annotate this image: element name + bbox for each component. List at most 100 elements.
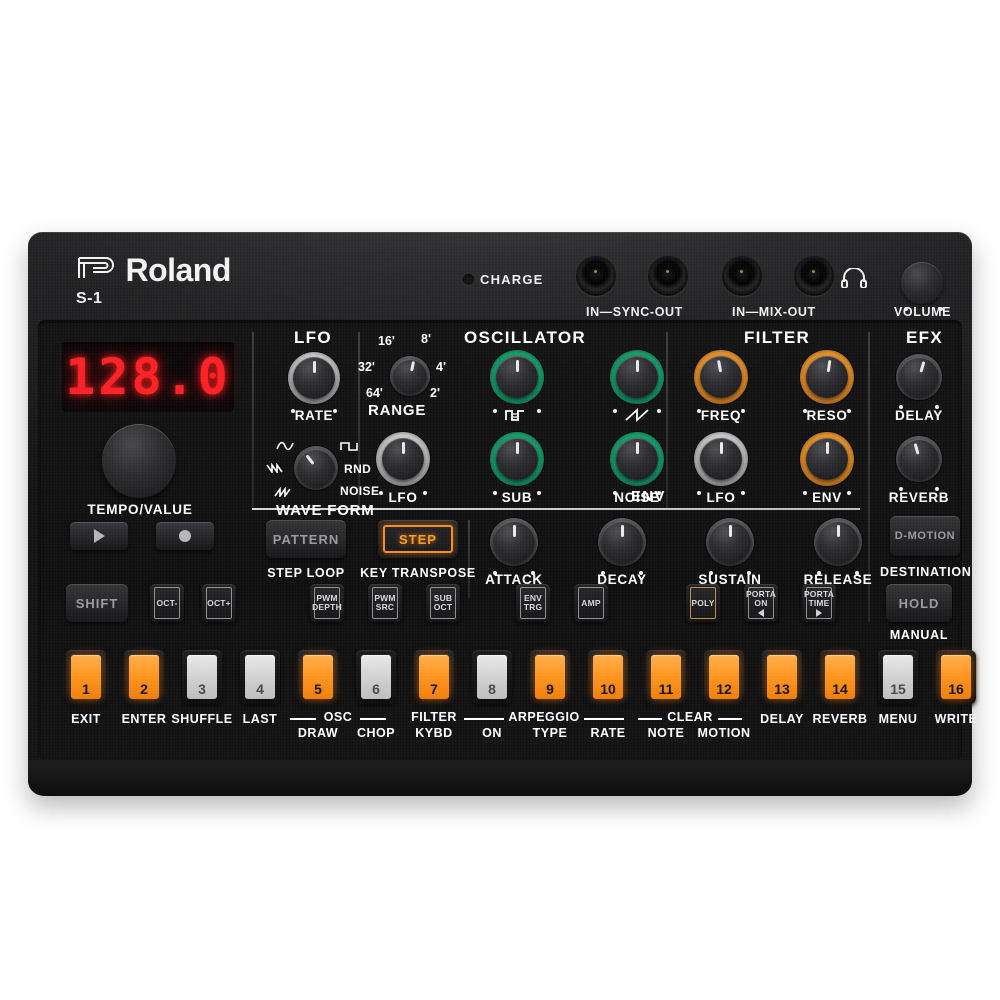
step-button-4[interactable]: 4 <box>240 650 280 704</box>
record-icon <box>179 530 191 542</box>
step-button-13[interactable]: 13 <box>762 650 802 704</box>
d-motion-label: D-MOTION <box>894 530 956 542</box>
step-button-9[interactable]: 9 <box>530 650 570 704</box>
poly-button[interactable]: POLY <box>686 584 720 622</box>
lfo-rate-knob[interactable]: RATE <box>288 352 340 423</box>
step-label-enter: ENTER <box>121 712 167 726</box>
step-button-10[interactable]: 10 <box>588 650 628 704</box>
step-button-8[interactable]: 8 <box>472 650 512 704</box>
sync-in-jack[interactable] <box>576 256 616 296</box>
manual-label: MANUAL <box>889 628 949 642</box>
osc-noise-label: NOISE <box>614 490 660 505</box>
tempo-value-encoder[interactable] <box>102 424 176 498</box>
osc-sawtooth-knob[interactable] <box>610 350 664 413</box>
osc-lfo-label: LFO <box>388 490 418 505</box>
step-button-label: STEP <box>399 531 437 547</box>
osc-range-knob[interactable] <box>390 356 430 396</box>
osc-range-mark-16: 16' <box>378 334 395 348</box>
step-button-15[interactable]: 15 <box>878 650 918 704</box>
osc-pulse-width-knob[interactable] <box>490 350 544 413</box>
step-label-exit: EXIT <box>71 712 101 726</box>
porta-time-button[interactable]: PORTA TIME <box>802 584 836 622</box>
pattern-button[interactable]: PATTERN <box>266 520 346 558</box>
sub-oct-button[interactable]: SUB OCT <box>426 584 460 622</box>
osc-range-label: RANGE <box>368 402 427 419</box>
osc-range-mark-32: 32' <box>358 360 375 374</box>
mix-out-jack[interactable] <box>794 256 834 296</box>
efx-delay-label: DELAY <box>894 408 944 423</box>
step-label-draw: DRAW <box>297 726 339 740</box>
model-name: S-1 <box>76 290 103 307</box>
hold-button[interactable]: HOLD <box>886 584 952 622</box>
osc-range-mark-2: 2' <box>430 386 440 400</box>
record-button[interactable] <box>156 522 214 550</box>
divider-display-lfo <box>252 332 254 508</box>
step-button-7[interactable]: 7 <box>414 650 454 704</box>
led-display: 128.0 <box>62 342 234 412</box>
lfo-waveform-label: WAVE FORM <box>276 502 375 519</box>
filter-reso-knob[interactable]: RESO <box>800 350 854 423</box>
step-button-11[interactable]: 11 <box>646 650 686 704</box>
porta-time-label-2: TIME <box>808 597 830 608</box>
filter-freq-knob[interactable]: FREQ <box>694 350 748 423</box>
pwm-src-button[interactable]: PWM SRC <box>368 584 402 622</box>
env-attack-knob[interactable]: ATTACK <box>485 518 542 587</box>
lfo-rate-label: RATE <box>294 408 334 423</box>
efx-delay-knob[interactable]: DELAY <box>895 354 942 423</box>
amp-label: AMP <box>581 597 601 608</box>
step-button-14[interactable]: 14 <box>820 650 860 704</box>
env-release-knob[interactable]: RELEASE <box>804 518 872 587</box>
step-button-1[interactable]: 1 <box>66 650 106 704</box>
divider-lfo-osc <box>358 332 360 508</box>
filter-env-knob[interactable]: ENV <box>800 432 854 505</box>
step-button-3[interactable]: 3 <box>182 650 222 704</box>
step-button-12[interactable]: 12 <box>704 650 744 704</box>
step-button-2[interactable]: 2 <box>124 650 164 704</box>
pwm-depth-button[interactable]: PWM DEPTH <box>310 584 344 622</box>
osc-sub-knob[interactable]: SUB <box>490 432 544 505</box>
osc-lfo-knob[interactable]: LFO <box>376 432 430 505</box>
divider-mode-env <box>468 520 470 598</box>
env-trg-label-2: TRG <box>523 602 543 612</box>
shift-button[interactable]: SHIFT <box>66 584 128 622</box>
d-motion-button[interactable]: D-MOTION <box>890 516 960 556</box>
porta-on-label-2: ON <box>754 597 768 608</box>
osc-range-mark-4: 4' <box>436 360 446 374</box>
efx-reverb-label: REVERB <box>888 490 950 505</box>
step-button-16[interactable]: 16 <box>936 650 976 704</box>
step-label-motion: MOTION <box>697 726 751 740</box>
porta-on-button[interactable]: PORTA ON <box>744 584 778 622</box>
step-label-chop: CHOP <box>356 726 396 740</box>
volume-knob[interactable] <box>901 262 943 304</box>
oct-down-button[interactable]: OCT- <box>150 584 184 622</box>
screenshot-root: Roland S-1 CHARGE IN—SYNC-OUT IN—MIX-OUT <box>0 0 1000 1000</box>
mix-in-jack[interactable] <box>722 256 762 296</box>
lfo-waveform-knob[interactable] <box>294 446 338 490</box>
osc-range-mark-64: 64' <box>366 386 383 400</box>
efx-reverb-knob[interactable]: REVERB <box>889 436 949 505</box>
clear-group-label: CLEAR <box>667 710 713 724</box>
osc-noise-knob[interactable]: NOISE <box>610 432 664 505</box>
env-sustain-knob[interactable]: SUSTAIN <box>698 518 761 587</box>
charge-led-icon <box>463 274 474 285</box>
sawtooth-icon <box>624 407 650 427</box>
filter-lfo-knob[interactable]: LFO <box>694 432 748 505</box>
osc-sub-label: SUB <box>501 490 533 505</box>
pulse-width-icon <box>504 408 528 427</box>
step-button-5[interactable]: 5 <box>298 650 338 704</box>
env-trg-button[interactable]: ENV TRG <box>516 584 550 622</box>
step-label-filter: FILTER <box>411 710 457 724</box>
step-button[interactable]: STEP <box>378 520 458 558</box>
step-label-kybd: KYBD <box>415 726 453 740</box>
section-title-lfo: LFO <box>294 328 332 347</box>
roland-wordmark: Roland <box>125 252 231 288</box>
oct-down-label: OCT- <box>156 597 178 608</box>
step-button-6[interactable]: 6 <box>356 650 396 704</box>
lfo-waveform-noise-label: NOISE <box>340 484 380 498</box>
oct-up-button[interactable]: OCT+ <box>202 584 236 622</box>
amp-button[interactable]: AMP <box>574 584 608 622</box>
env-decay-knob[interactable]: DECAY <box>597 518 646 587</box>
sync-out-jack[interactable] <box>648 256 688 296</box>
play-button[interactable] <box>70 522 128 550</box>
roland-logo-mark <box>76 254 116 287</box>
